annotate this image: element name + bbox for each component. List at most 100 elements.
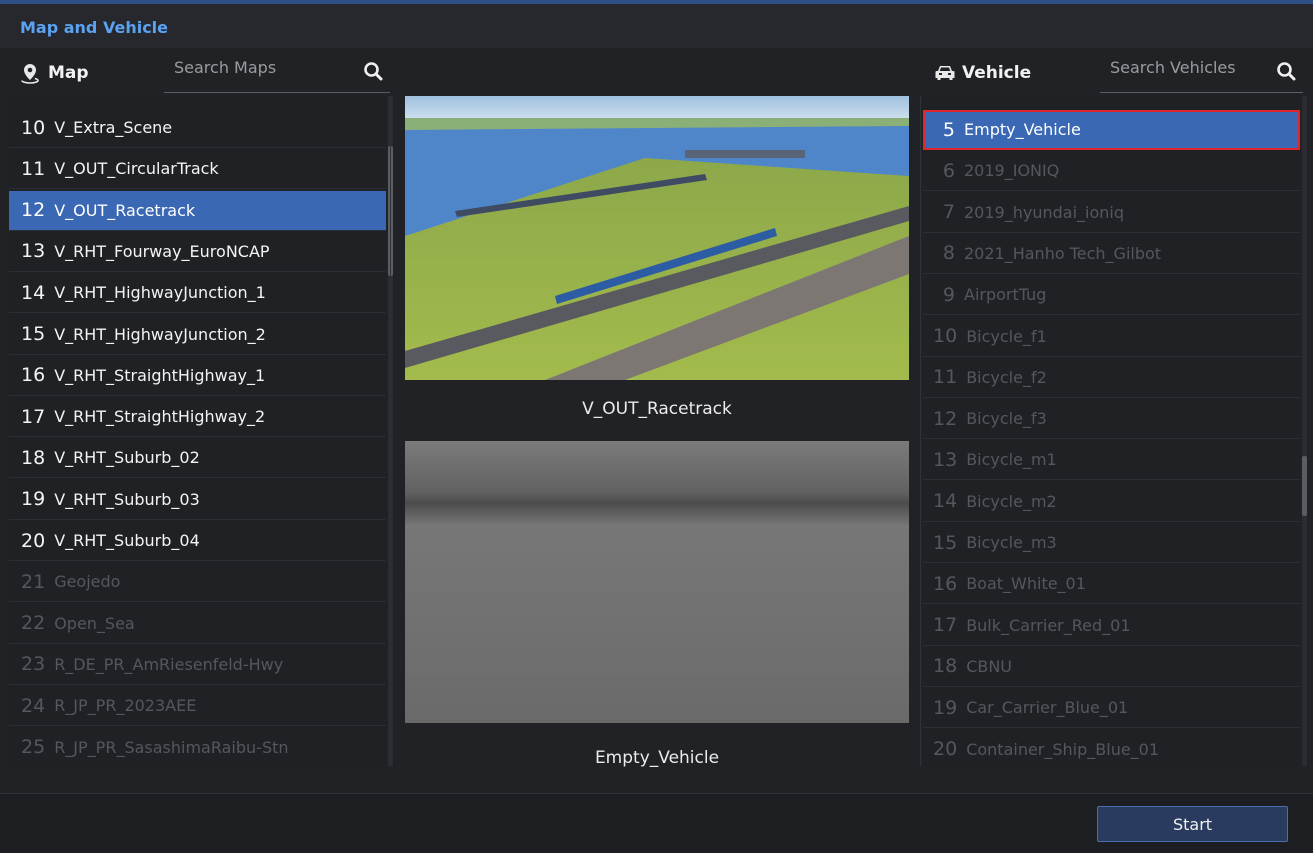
list-item-number: 10 <box>933 325 958 347</box>
list-item-number: 5 <box>942 118 955 141</box>
list-item-label: Bicycle_m1 <box>966 450 1057 470</box>
map-panel-divider <box>390 96 391 766</box>
list-item-number: 12 <box>933 407 958 430</box>
list-item-number: 10 <box>21 116 46 139</box>
map-list-item[interactable]: 24 R_JP_PR_2023AEE <box>9 686 386 727</box>
vehicle-search-box[interactable]: Search Vehicles <box>1100 52 1303 93</box>
list-item-number: 14 <box>933 490 958 513</box>
list-item-label: Container_Ship_Blue_01 <box>966 739 1160 759</box>
vehicle-list-item[interactable]: 6 2019_IONIQ <box>923 151 1300 192</box>
list-item-label: V_OUT_Racetrack <box>54 200 196 220</box>
list-item-label: V_RHT_HighwayJunction_1 <box>54 283 266 303</box>
list-item-number: 17 <box>933 614 958 637</box>
vehicle-list-item[interactable]: 5 Empty_Vehicle <box>923 110 1300 150</box>
list-item-label: Bicycle_m3 <box>966 533 1057 552</box>
list-item-number: 19 <box>933 696 958 719</box>
racetrack-preview-illustration <box>405 96 909 380</box>
vehicle-list-scroll-thumb[interactable] <box>1302 456 1307 516</box>
list-item-label: Bicycle_m2 <box>966 491 1057 511</box>
vehicle-panel-divider <box>920 96 921 766</box>
vehicle-list-item[interactable]: 8 2021_Hanho Tech_Gilbot <box>923 234 1300 274</box>
list-item-number: 19 <box>21 488 46 511</box>
list-item-number: 17 <box>21 405 46 428</box>
map-list-item[interactable]: 11 V_OUT_CircularTrack <box>9 149 386 190</box>
list-item-label: V_OUT_CircularTrack <box>54 159 219 179</box>
map-list-item[interactable]: 12 V_OUT_Racetrack <box>9 190 386 231</box>
list-item-label: Empty_Vehicle <box>964 120 1081 139</box>
vehicle-list-item[interactable]: 7 2019_hyundai_ioniq <box>923 193 1300 233</box>
list-item-number: 13 <box>21 240 46 263</box>
vehicle-list-item[interactable]: 20 Container_Ship_Blue_01 <box>923 730 1300 767</box>
vehicle-list-item[interactable]: 10 Bicycle_f1 <box>923 317 1300 357</box>
list-item-number: 15 <box>933 531 958 554</box>
list-item-number: 6 <box>942 159 955 182</box>
map-list-item[interactable]: 21 Geojedo <box>9 562 386 603</box>
vehicle-list-item[interactable]: 15 Bicycle_m3 <box>923 523 1300 563</box>
map-list-item[interactable]: 13 V_RHT_Fourway_EuroNCAP <box>9 232 386 272</box>
list-item-number: 18 <box>933 655 958 678</box>
map-list-item[interactable]: 22 Open_Sea <box>9 604 386 644</box>
vehicle-list[interactable]: 5 Empty_Vehicle 6 2019_IONIQ 7 2019_hyundai_i… <box>923 96 1300 766</box>
vehicle-list-item[interactable]: 13 Bicycle_m1 <box>923 440 1300 481</box>
list-item-label: Bicycle_f3 <box>966 409 1047 429</box>
map-list-item[interactable]: 25 R_JP_PR_SasashimaRaibu-Stn <box>9 728 386 767</box>
vehicle-list-item[interactable]: 16 Boat_White_01 <box>923 564 1300 605</box>
list-item-number: 24 <box>21 694 46 717</box>
list-item-label: V_RHT_StraightHighway_1 <box>54 365 266 385</box>
search-icon[interactable] <box>362 60 384 82</box>
list-item-label: Bulk_Carrier_Red_01 <box>966 615 1131 635</box>
map-search-input[interactable]: Search Maps <box>174 58 276 77</box>
vehicle-preview-caption: Empty_Vehicle <box>594 748 720 768</box>
list-item-number: 8 <box>942 242 955 265</box>
map-list-item[interactable]: 15 V_RHT_HighwayJunction_2 <box>9 315 386 355</box>
list-item-number: 15 <box>21 323 46 345</box>
search-icon[interactable] <box>1275 60 1297 82</box>
map-list-item[interactable]: 16 V_RHT_StraightHighway_1 <box>9 356 386 396</box>
list-item-label: Bicycle_f1 <box>966 326 1047 346</box>
vehicle-list-item[interactable]: 19 Car_Carrier_Blue_01 <box>923 688 1300 729</box>
map-list-item[interactable]: 23 R_DE_PR_AmRiesenfeld-Hwy <box>9 645 386 685</box>
list-item-label: R_JP_PR_2023AEE <box>54 696 197 716</box>
vehicle-preview-image <box>405 441 909 723</box>
list-item-number: 21 <box>21 570 46 593</box>
list-item-label: V_RHT_Suburb_02 <box>54 448 200 468</box>
vehicle-list-item[interactable]: 12 Bicycle_f3 <box>923 399 1300 440</box>
start-button[interactable]: Start <box>1097 806 1288 842</box>
window-title: Map and Vehicle <box>20 18 169 37</box>
map-preview-image <box>405 96 909 380</box>
list-item-number: 12 <box>21 199 46 222</box>
list-item-label: 2019_IONIQ <box>964 161 1060 181</box>
vehicle-search-input[interactable]: Search Vehicles <box>1110 58 1236 77</box>
list-item-label: R_DE_PR_AmRiesenfeld-Hwy <box>54 654 284 674</box>
vehicle-list-item[interactable]: 18 CBNU <box>923 647 1300 687</box>
list-item-number: 16 <box>21 364 46 387</box>
list-item-number: 11 <box>21 157 46 180</box>
list-item-label: CBNU <box>966 656 1013 676</box>
list-item-label: AirportTug <box>964 285 1047 305</box>
list-item-label: Boat_White_01 <box>966 574 1086 594</box>
list-item-label: Geojedo <box>54 572 121 592</box>
map-list-item[interactable]: 18 V_RHT_Suburb_02 <box>9 438 386 479</box>
map-list-item[interactable]: 14 V_RHT_HighwayJunction_1 <box>9 273 386 314</box>
vehicle-list-item[interactable]: 14 Bicycle_m2 <box>923 482 1300 522</box>
vehicle-list-scrollbar[interactable] <box>1302 96 1307 766</box>
vehicle-list-item[interactable]: 11 Bicycle_f2 <box>923 358 1300 398</box>
map-list-item[interactable]: 17 V_RHT_StraightHighway_2 <box>9 397 386 438</box>
map-preview-caption: V_OUT_Racetrack <box>582 399 732 419</box>
map-list-item[interactable]: 20 V_RHT_Suburb_04 <box>9 521 386 561</box>
map-list-item[interactable]: 10 V_Extra_Scene <box>9 108 386 148</box>
list-item-number: 20 <box>21 529 46 552</box>
list-item-label: V_RHT_StraightHighway_2 <box>54 407 266 427</box>
map-search-box[interactable]: Search Maps <box>164 52 390 93</box>
list-item-label: V_RHT_HighwayJunction_2 <box>54 324 266 344</box>
map-list[interactable]: 10 V_Extra_Scene 11 V_OUT_CircularTrack 12 V_… <box>9 96 386 766</box>
vehicle-list-item[interactable]: 9 AirportTug <box>923 275 1300 316</box>
list-item-label: Bicycle_f2 <box>966 367 1047 387</box>
list-item-label: V_RHT_Suburb_04 <box>54 531 200 550</box>
vehicle-list-item[interactable]: 17 Bulk_Carrier_Red_01 <box>923 606 1300 646</box>
list-item-label: V_RHT_Suburb_03 <box>54 489 200 509</box>
list-item-label: Car_Carrier_Blue_01 <box>966 698 1129 718</box>
list-item-number: 14 <box>21 281 46 304</box>
list-item-label: R_JP_PR_SasashimaRaibu-Stn <box>54 737 289 757</box>
map-list-item[interactable]: 19 V_RHT_Suburb_03 <box>9 480 386 520</box>
